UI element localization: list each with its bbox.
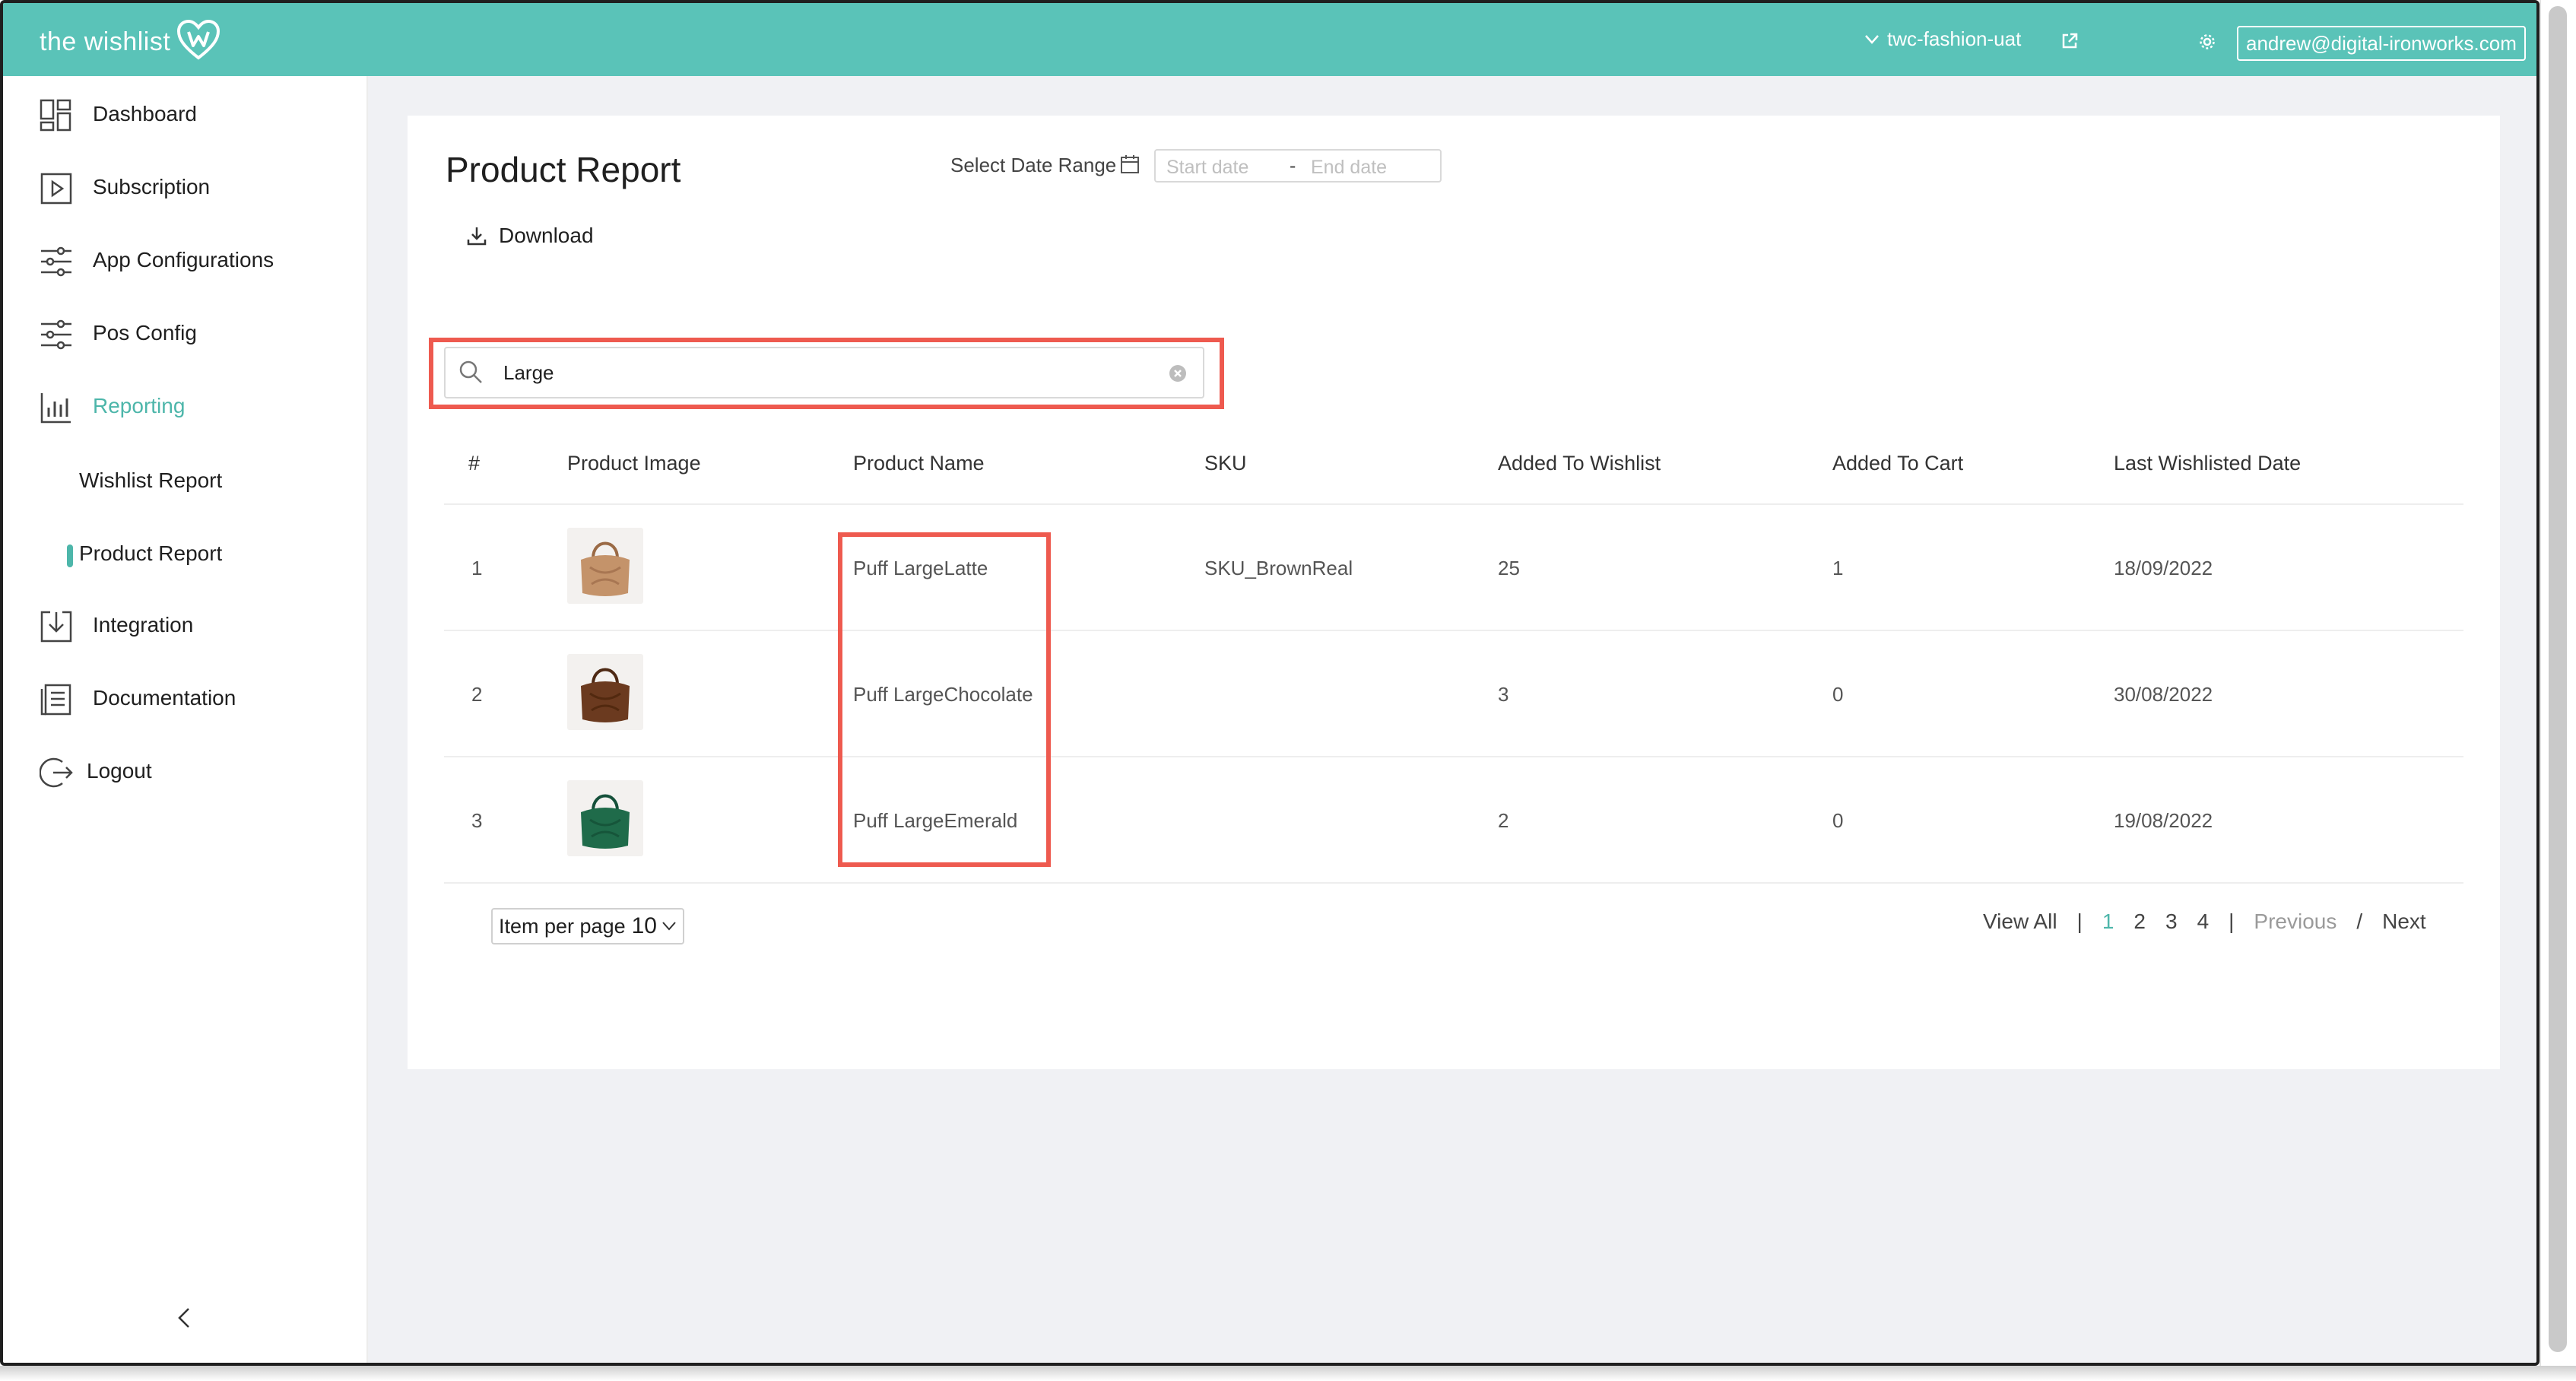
- download-label: Download: [499, 224, 594, 247]
- app-window: the wishlist twc-fashion-uat andrew@digi…: [0, 0, 2540, 1366]
- per-page-label: Item per page: [499, 914, 626, 938]
- pagination-slash: /: [2356, 910, 2363, 933]
- collapse-sidebar-icon[interactable]: [175, 1306, 193, 1333]
- sidebar-subitem-product-report[interactable]: Product Report: [3, 526, 368, 579]
- added-to-cart-count: 0: [1832, 683, 1844, 706]
- store-name: twc-fashion-uat: [1887, 27, 2022, 50]
- column-header-index: #: [468, 452, 481, 475]
- date-separator: -: [1290, 155, 1296, 176]
- play-square-icon: [40, 173, 72, 205]
- product-image-tan-handbag[interactable]: [567, 528, 643, 604]
- product-image-brown-handbag[interactable]: [567, 654, 643, 730]
- column-header-product-image: Product Image: [567, 452, 701, 475]
- sidebar-item-label: Subscription: [93, 175, 211, 198]
- sidebar-item-reporting[interactable]: Reporting: [3, 376, 368, 437]
- settings-icon[interactable]: [2199, 33, 2216, 54]
- vertical-scrollbar[interactable]: [2540, 0, 2576, 1369]
- column-header-product-name[interactable]: Product Name: [853, 452, 985, 475]
- row-index: 3: [471, 809, 483, 832]
- sidebar-subitem-label: Wishlist Report: [79, 468, 223, 492]
- last-wishlisted-date: 18/09/2022: [2114, 557, 2213, 579]
- sliders-icon: [41, 246, 71, 277]
- heart-logo-icon: [176, 19, 220, 65]
- sidebar-item-label: Reporting: [93, 394, 186, 417]
- logo-text: the wishlist: [40, 27, 171, 56]
- sidebar-item-label: Logout: [87, 759, 152, 783]
- sidebar-item-pos-config[interactable]: Pos Config: [3, 303, 368, 364]
- product-image-green-handbag[interactable]: [567, 780, 643, 856]
- download-icon: [467, 227, 487, 246]
- view-all-link[interactable]: View All: [1983, 910, 2057, 934]
- scrollbar-thumb[interactable]: [2549, 6, 2567, 1352]
- external-link-icon[interactable]: [2060, 32, 2079, 54]
- next-page-button[interactable]: Next: [2382, 910, 2426, 934]
- added-to-wishlist-count: 25: [1498, 557, 1520, 579]
- previous-page-button[interactable]: Previous: [2254, 910, 2336, 934]
- active-indicator: [67, 544, 73, 567]
- column-header-sku[interactable]: SKU: [1204, 452, 1247, 475]
- added-to-cart-count: 0: [1832, 809, 1844, 832]
- dashboard-icon: [40, 99, 71, 132]
- pagination-divider: |: [2229, 910, 2235, 933]
- logout-icon: [40, 757, 73, 788]
- table-header: # Product Image Product Name SKU Added T…: [444, 437, 2463, 505]
- top-header: the wishlist twc-fashion-uat andrew@digi…: [3, 3, 2536, 76]
- product-sku: SKU_BrownReal: [1204, 557, 1353, 579]
- sidebar-item-app-configurations[interactable]: App Configurations: [3, 230, 368, 290]
- items-per-page-select[interactable]: Item per page 10: [491, 908, 684, 944]
- sidebar-item-subscription[interactable]: Subscription: [3, 157, 368, 217]
- last-wishlisted-date: 19/08/2022: [2114, 809, 2213, 832]
- calendar-icon: [1119, 154, 1140, 179]
- window-shadow: [0, 1366, 2576, 1381]
- pagination-divider: |: [2076, 910, 2083, 933]
- sidebar-item-dashboard[interactable]: Dashboard: [3, 84, 368, 144]
- pagination: View All | 1 2 3 4 | Previous / Next: [1983, 910, 2446, 934]
- bar-chart-icon: [40, 393, 71, 424]
- page-1-link[interactable]: 1: [2102, 910, 2114, 934]
- column-header-added-to-wishlist[interactable]: Added To Wishlist: [1498, 452, 1661, 475]
- sidebar-subitem-label: Product Report: [79, 541, 223, 565]
- download-button[interactable]: Download: [467, 224, 594, 248]
- sidebar-item-logout[interactable]: Logout: [3, 741, 368, 802]
- sidebar-item-label: App Configurations: [93, 248, 274, 271]
- product-name-highlight-box: [838, 532, 1051, 867]
- page-4-link[interactable]: 4: [2197, 910, 2210, 934]
- end-date-input[interactable]: End date: [1311, 157, 1387, 179]
- column-header-last-wishlisted-date[interactable]: Last Wishlisted Date: [2114, 452, 2301, 475]
- sidebar-item-documentation[interactable]: Documentation: [3, 668, 368, 729]
- added-to-wishlist-count: 3: [1498, 683, 1509, 706]
- document-icon: [40, 684, 71, 716]
- table-row[interactable]: 3 Puff LargeEmerald 2 0 19/08/2022: [444, 757, 2463, 884]
- search-highlight-box: [429, 338, 1224, 409]
- sidebar-subitem-wishlist-report[interactable]: Wishlist Report: [3, 453, 368, 506]
- sidebar-item-label: Documentation: [93, 686, 236, 710]
- sidebar-item-label: Dashboard: [93, 102, 197, 125]
- row-index: 1: [471, 557, 483, 579]
- page-3-link[interactable]: 3: [2165, 910, 2178, 934]
- import-icon: [40, 611, 72, 643]
- sliders-icon: [41, 319, 71, 350]
- per-page-value: 10: [631, 913, 657, 938]
- sidebar: Dashboard Subscription App Configuration…: [3, 76, 368, 1363]
- date-range-picker[interactable]: Start date - End date: [1154, 149, 1442, 183]
- date-range-label: Select Date Range: [950, 154, 1117, 176]
- sidebar-item-label: Pos Config: [93, 321, 197, 344]
- table-row[interactable]: 1 Puff LargeLatte SKU_BrownReal 25 1 18/…: [444, 505, 2463, 631]
- chevron-down-icon: [1865, 34, 1879, 44]
- app-logo[interactable]: the wishlist: [40, 19, 220, 65]
- start-date-input[interactable]: Start date: [1166, 157, 1248, 179]
- last-wishlisted-date: 30/08/2022: [2114, 683, 2213, 706]
- sidebar-item-integration[interactable]: Integration: [3, 595, 368, 656]
- added-to-wishlist-count: 2: [1498, 809, 1509, 832]
- row-index: 2: [471, 683, 483, 706]
- sidebar-item-label: Integration: [93, 613, 194, 637]
- page-2-link[interactable]: 2: [2133, 910, 2146, 934]
- table-row[interactable]: 2 Puff LargeChocolate 3 0 30/08/2022: [444, 631, 2463, 757]
- user-email-button[interactable]: andrew@digital-ironworks.com: [2237, 26, 2526, 61]
- page-title: Product Report: [446, 150, 681, 189]
- chevron-down-icon: [662, 922, 676, 931]
- column-header-added-to-cart[interactable]: Added To Cart: [1832, 452, 1963, 475]
- added-to-cart-count: 1: [1832, 557, 1844, 579]
- store-selector[interactable]: twc-fashion-uat: [1864, 27, 2021, 51]
